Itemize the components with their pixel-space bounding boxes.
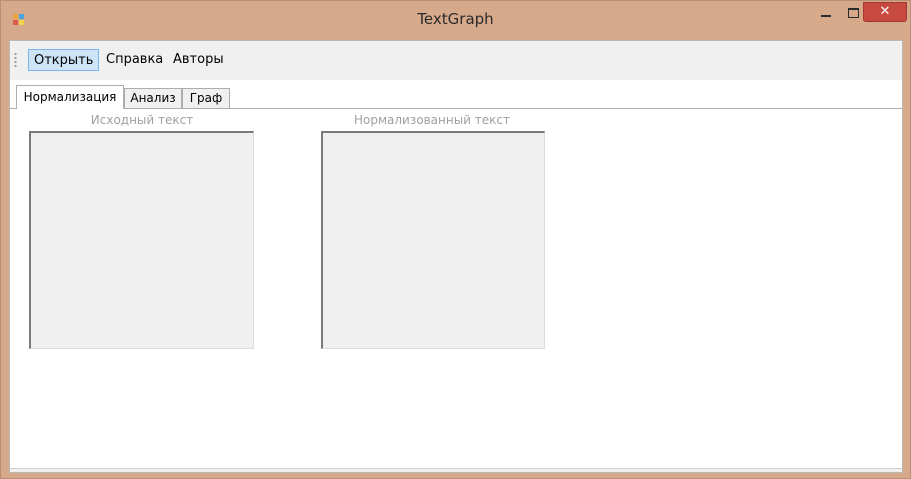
tab-analysis[interactable]: Анализ bbox=[124, 88, 182, 108]
app-window: TextGraph ✕ Открыть Справка Авторы Норма… bbox=[0, 0, 911, 479]
source-text-label: Исходный текст bbox=[90, 113, 194, 127]
normalized-text-box[interactable] bbox=[321, 131, 545, 349]
menu-item-help[interactable]: Справка bbox=[101, 49, 168, 71]
minimize-icon[interactable] bbox=[813, 3, 839, 25]
tab-page-normalization: Исходный текст Нормализованный текст bbox=[10, 108, 902, 471]
menu-item-open[interactable]: Открыть bbox=[28, 49, 100, 71]
close-icon[interactable]: ✕ bbox=[863, 2, 907, 22]
title-bar[interactable]: TextGraph ✕ bbox=[1, 1, 910, 40]
tab-graph[interactable]: Граф bbox=[182, 88, 230, 108]
client-area: Открыть Справка Авторы Нормализация Анал… bbox=[9, 40, 903, 473]
menu-bar: Открыть Справка Авторы bbox=[10, 41, 902, 80]
normalized-text-label: Нормализованный текст bbox=[354, 113, 510, 127]
tab-normalization[interactable]: Нормализация bbox=[16, 85, 124, 109]
menu-item-authors[interactable]: Авторы bbox=[168, 49, 229, 71]
window-title: TextGraph bbox=[417, 10, 494, 28]
source-text-box[interactable] bbox=[29, 131, 254, 349]
toolbar-grip-icon[interactable] bbox=[14, 52, 17, 68]
tab-strip: Нормализация Анализ Граф bbox=[10, 85, 902, 109]
status-strip bbox=[10, 468, 902, 472]
